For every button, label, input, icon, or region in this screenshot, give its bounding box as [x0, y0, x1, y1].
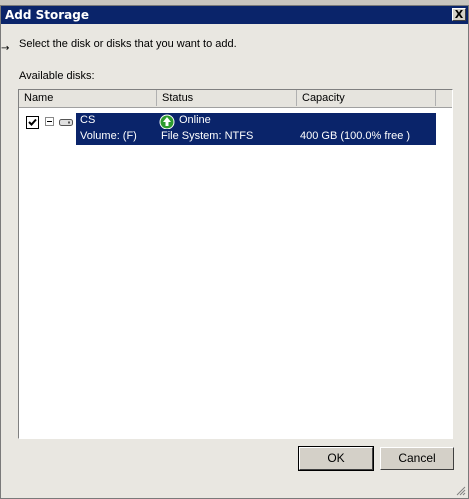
online-up-arrow-icon: [159, 114, 175, 130]
ok-button[interactable]: OK: [298, 446, 374, 471]
capacity-value: 400 GB (100.0% free ): [300, 130, 411, 142]
column-header-status[interactable]: Status: [157, 90, 297, 106]
disk-drive-icon: [59, 119, 73, 126]
arrow-icon: →: [1, 43, 10, 54]
disk-row[interactable]: CS Online: [76, 113, 436, 129]
cancel-button[interactable]: Cancel: [380, 447, 454, 470]
window-title: Add Storage: [5, 8, 90, 22]
title-bar[interactable]: Add Storage X: [1, 6, 468, 24]
resize-grip-icon[interactable]: [456, 486, 466, 496]
disk-checkbox[interactable]: [26, 116, 39, 129]
add-storage-dialog: Add Storage X → Select the disk or disks…: [0, 5, 469, 499]
volume-row[interactable]: Volume: (F) File System: NTFS 400 GB (10…: [76, 129, 436, 145]
file-system-label: File System: NTFS: [161, 130, 254, 142]
checkmark-icon: [28, 118, 37, 126]
list-header: Name Status Capacity: [19, 90, 452, 108]
disk-status: Online: [179, 114, 211, 126]
available-disks-list[interactable]: Name Status Capacity CS Online Volume: (…: [18, 89, 453, 439]
column-header-capacity[interactable]: Capacity: [297, 90, 436, 106]
available-disks-label: Available disks:: [19, 70, 95, 82]
collapse-minus-icon[interactable]: [45, 117, 54, 126]
instruction-text: Select the disk or disks that you want t…: [19, 38, 237, 50]
volume-label: Volume: (F): [80, 130, 137, 142]
close-button[interactable]: X: [452, 8, 466, 21]
column-header-name[interactable]: Name: [19, 90, 157, 106]
disk-name: CS: [80, 114, 96, 126]
